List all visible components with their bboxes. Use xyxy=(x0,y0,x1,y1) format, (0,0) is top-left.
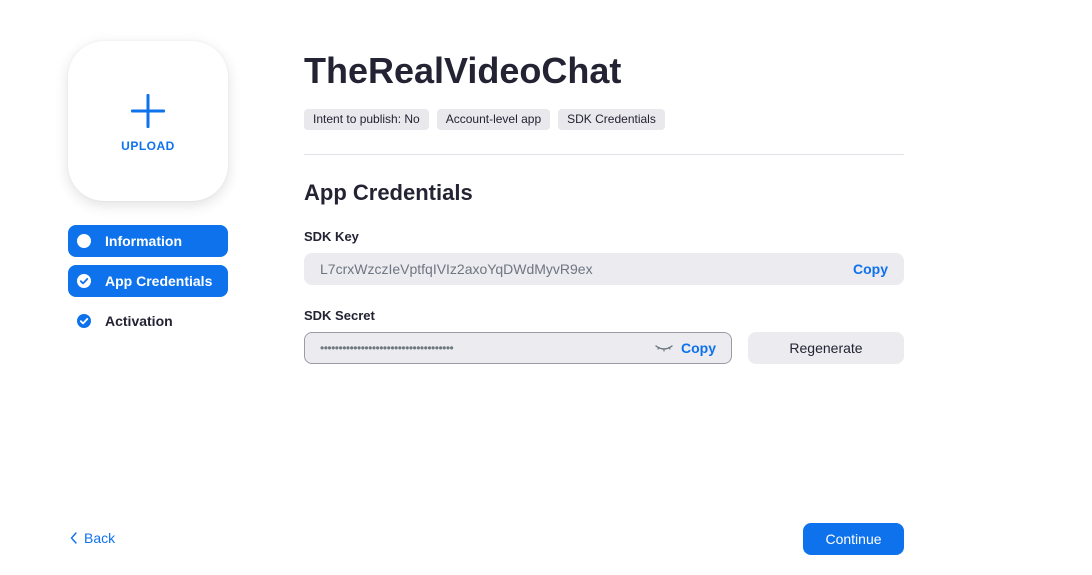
continue-button[interactable]: Continue xyxy=(803,523,904,555)
step-nav: Information App Credentials Activation xyxy=(68,225,228,345)
copy-sdk-secret-button[interactable]: Copy xyxy=(681,340,716,356)
step-activation[interactable]: Activation xyxy=(68,305,228,337)
upload-button[interactable]: UPLOAD xyxy=(68,41,228,201)
app-title: TheRealVideoChat xyxy=(304,50,622,91)
sdk-key-label: SDK Key xyxy=(304,229,359,244)
sdk-key-value[interactable]: L7crxWzczIeVptfqIVIz2axoYqDWdMyvR9ex xyxy=(320,261,853,277)
sdk-key-field[interactable]: L7crxWzczIeVptfqIVIz2axoYqDWdMyvR9ex Cop… xyxy=(304,253,904,285)
app-tags: Intent to publish: No Account-level app … xyxy=(304,109,665,130)
plus-icon xyxy=(131,94,165,128)
section-title: App Credentials xyxy=(304,180,473,205)
sdk-secret-value[interactable]: •••••••••••••••••••••••••••••••••••• xyxy=(320,341,655,355)
tag-intent-to-publish: Intent to publish: No xyxy=(304,109,429,130)
copy-sdk-key-button[interactable]: Copy xyxy=(853,261,888,277)
check-circle-icon xyxy=(77,274,91,288)
step-label: Activation xyxy=(105,313,173,329)
step-app-credentials[interactable]: App Credentials xyxy=(68,265,228,297)
check-circle-icon xyxy=(77,314,91,328)
step-label: Information xyxy=(105,233,182,249)
back-label: Back xyxy=(84,530,116,546)
step-label: App Credentials xyxy=(105,273,213,289)
back-button[interactable]: Back xyxy=(70,530,115,546)
sdk-secret-label: SDK Secret xyxy=(304,308,375,323)
sdk-secret-field[interactable]: •••••••••••••••••••••••••••••••••••• Cop… xyxy=(304,332,732,364)
tag-account-level: Account-level app xyxy=(436,109,551,130)
regenerate-button[interactable]: Regenerate xyxy=(748,332,904,364)
tag-sdk-credentials: SDK Credentials xyxy=(558,109,665,130)
upload-label: UPLOAD xyxy=(121,139,175,153)
dot-icon xyxy=(77,234,91,248)
divider xyxy=(304,154,904,155)
step-information[interactable]: Information xyxy=(68,225,228,257)
eye-closed-icon[interactable] xyxy=(655,343,673,353)
chevron-left-icon xyxy=(70,532,77,544)
